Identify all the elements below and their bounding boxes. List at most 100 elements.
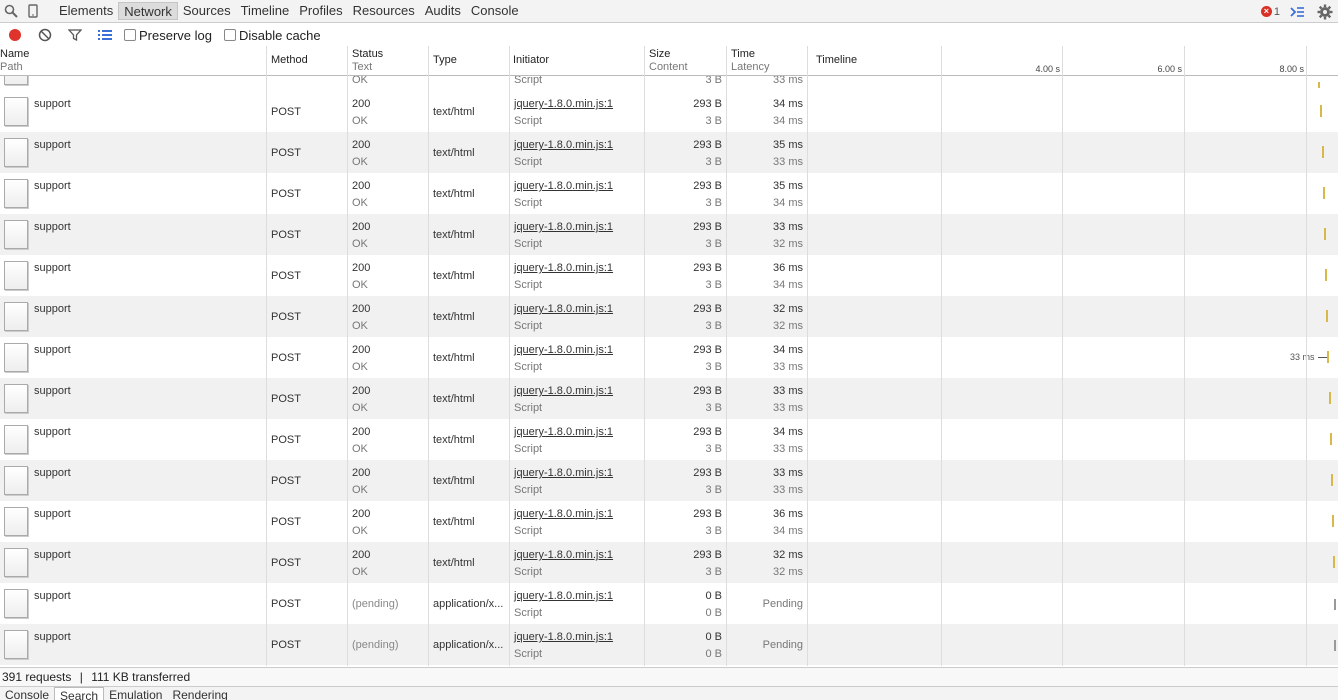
transfer-size: 293 B — [693, 549, 722, 561]
status-text: OK — [352, 279, 368, 291]
initiator-link[interactable]: jquery-1.8.0.min.js:1 — [514, 508, 613, 520]
table-row[interactable]: support POST (pending) application/x... jque… — [0, 624, 1338, 665]
status-cell: 200 OK — [348, 296, 428, 337]
table-row-partial[interactable]: OK Script 3 B 33 ms — [0, 76, 1338, 91]
drawer-tab-emulation[interactable]: Emulation — [104, 687, 167, 700]
initiator-column-header[interactable]: Initiator — [510, 46, 644, 76]
table-row[interactable]: support POST 200 OK text/html jquery-1.8.0.mi… — [0, 214, 1338, 255]
gear-icon[interactable] — [1314, 1, 1336, 23]
latency: 34 ms — [773, 197, 803, 209]
request-name[interactable]: support — [34, 508, 71, 520]
size-column-header[interactable]: Size Content — [646, 46, 726, 76]
initiator-header-label: Initiator — [513, 54, 550, 66]
tab-audits[interactable]: Audits — [420, 1, 466, 21]
search-icon[interactable] — [0, 0, 22, 22]
table-row[interactable]: support POST 200 OK text/html jquery-1.8.0.mi… — [0, 337, 1338, 378]
tab-elements[interactable]: Elements — [54, 1, 118, 21]
initiator-link[interactable]: jquery-1.8.0.min.js:1 — [514, 344, 613, 356]
console-drawer-icon[interactable] — [1286, 1, 1308, 23]
initiator-link[interactable]: jquery-1.8.0.min.js:1 — [514, 262, 613, 274]
content-size: 3 B — [705, 402, 722, 414]
status-code: 200 — [352, 180, 371, 192]
disable-cache-box[interactable] — [223, 29, 236, 41]
request-name[interactable]: support — [34, 549, 71, 561]
tab-profiles[interactable]: Profiles — [294, 1, 347, 21]
initiator-link[interactable]: jquery-1.8.0.min.js:1 — [514, 549, 613, 561]
request-name[interactable]: support — [34, 344, 71, 356]
type-cell: text/html — [429, 91, 509, 132]
request-name[interactable]: support — [34, 303, 71, 315]
initiator-link[interactable]: jquery-1.8.0.min.js:1 — [514, 221, 613, 233]
separator: | — [79, 670, 83, 684]
panel-tabs: Elements Network Sources Timeline Profiles Re… — [54, 1, 524, 21]
large-rows-button[interactable] — [90, 24, 120, 46]
initiator-link[interactable]: jquery-1.8.0.min.js:1 — [514, 98, 613, 110]
error-counter[interactable]: × 1 — [1260, 6, 1280, 18]
table-row[interactable]: support POST 200 OK text/html jquery-1.8.0.mi… — [0, 542, 1338, 583]
request-name[interactable]: support — [34, 262, 71, 274]
initiator-link[interactable]: jquery-1.8.0.min.js:1 — [514, 139, 613, 151]
table-row[interactable]: support POST 200 OK text/html jquery-1.8.0.mi… — [0, 255, 1338, 296]
disable-cache-checkbox[interactable]: Disable cache — [223, 28, 321, 43]
timeline-column-header[interactable]: Timeline — [813, 46, 933, 76]
drawer-tab-console[interactable]: Console — [0, 687, 54, 700]
request-name[interactable]: support — [34, 631, 71, 643]
initiator-link[interactable]: jquery-1.8.0.min.js:1 — [514, 180, 613, 192]
table-row[interactable]: support POST 200 OK text/html jquery-1.8.0.mi… — [0, 460, 1338, 501]
tab-network[interactable]: Network — [118, 2, 178, 20]
file-icon — [4, 343, 28, 372]
type-column-header[interactable]: Type — [430, 46, 509, 76]
request-name[interactable]: support — [34, 590, 71, 602]
filter-button[interactable] — [60, 24, 90, 46]
tab-sources[interactable]: Sources — [178, 1, 236, 21]
table-row[interactable]: support POST 200 OK text/html jquery-1.8.0.mi… — [0, 378, 1338, 419]
tab-timeline[interactable]: Timeline — [236, 1, 295, 21]
request-name[interactable]: support — [34, 180, 71, 192]
tab-console[interactable]: Console — [466, 1, 524, 21]
request-name[interactable]: support — [34, 221, 71, 233]
content-size: 3 B — [705, 76, 722, 86]
table-row[interactable]: support POST 200 OK text/html jquery-1.8.0.mi… — [0, 132, 1338, 173]
initiator-type: Script — [514, 566, 543, 578]
preserve-log-box[interactable] — [124, 29, 136, 41]
tab-resources[interactable]: Resources — [348, 1, 420, 21]
status-column-header[interactable]: Status Text — [349, 46, 428, 76]
initiator-link[interactable]: jquery-1.8.0.min.js:1 — [514, 590, 613, 602]
initiator-link[interactable]: jquery-1.8.0.min.js:1 — [514, 385, 613, 397]
duration: 36 ms — [773, 508, 803, 520]
table-row[interactable]: support POST (pending) application/x... jque… — [0, 583, 1338, 624]
timeline-gridline — [1184, 46, 1185, 666]
content-size: 3 B — [705, 197, 722, 209]
name-column-header[interactable]: Name Path — [0, 46, 266, 76]
type-header-label: Type — [433, 54, 457, 66]
initiator-link[interactable]: jquery-1.8.0.min.js:1 — [514, 303, 613, 315]
preserve-log-checkbox[interactable]: Preserve log — [124, 28, 212, 43]
drawer-tab-search[interactable]: Search — [54, 687, 105, 700]
table-row[interactable]: support POST 200 OK text/html jquery-1.8.0.mi… — [0, 501, 1338, 542]
status-cell: 200 OK — [348, 378, 428, 419]
duration: 33 ms — [773, 467, 803, 479]
table-row[interactable]: support POST 200 OK text/html jquery-1.8.0.mi… — [0, 419, 1338, 460]
request-name[interactable]: support — [34, 98, 71, 110]
table-row[interactable]: support POST 200 OK text/html jquery-1.8.0.mi… — [0, 296, 1338, 337]
request-name[interactable]: support — [34, 139, 71, 151]
file-icon — [4, 179, 28, 208]
clear-button[interactable] — [30, 24, 60, 46]
initiator-link[interactable]: jquery-1.8.0.min.js:1 — [514, 467, 613, 479]
drawer-tab-rendering[interactable]: Rendering — [167, 687, 232, 700]
request-name[interactable]: support — [34, 385, 71, 397]
request-name[interactable]: support — [34, 426, 71, 438]
table-row[interactable]: support POST 200 OK text/html jquery-1.8.0.mi… — [0, 91, 1338, 132]
method-cell: POST — [267, 419, 347, 460]
time-cell: 32 ms 32 ms — [727, 542, 807, 583]
table-row[interactable]: support POST 200 OK text/html jquery-1.8.0.mi… — [0, 173, 1338, 214]
request-name[interactable]: support — [34, 467, 71, 479]
timeline-gridline — [941, 46, 942, 666]
initiator-link[interactable]: jquery-1.8.0.min.js:1 — [514, 426, 613, 438]
device-mode-icon[interactable] — [22, 0, 44, 22]
method-column-header[interactable]: Method — [268, 46, 347, 76]
file-icon — [4, 630, 28, 659]
initiator-link[interactable]: jquery-1.8.0.min.js:1 — [514, 631, 613, 643]
record-button[interactable] — [0, 24, 30, 46]
time-column-header[interactable]: Time Latency — [728, 46, 807, 76]
